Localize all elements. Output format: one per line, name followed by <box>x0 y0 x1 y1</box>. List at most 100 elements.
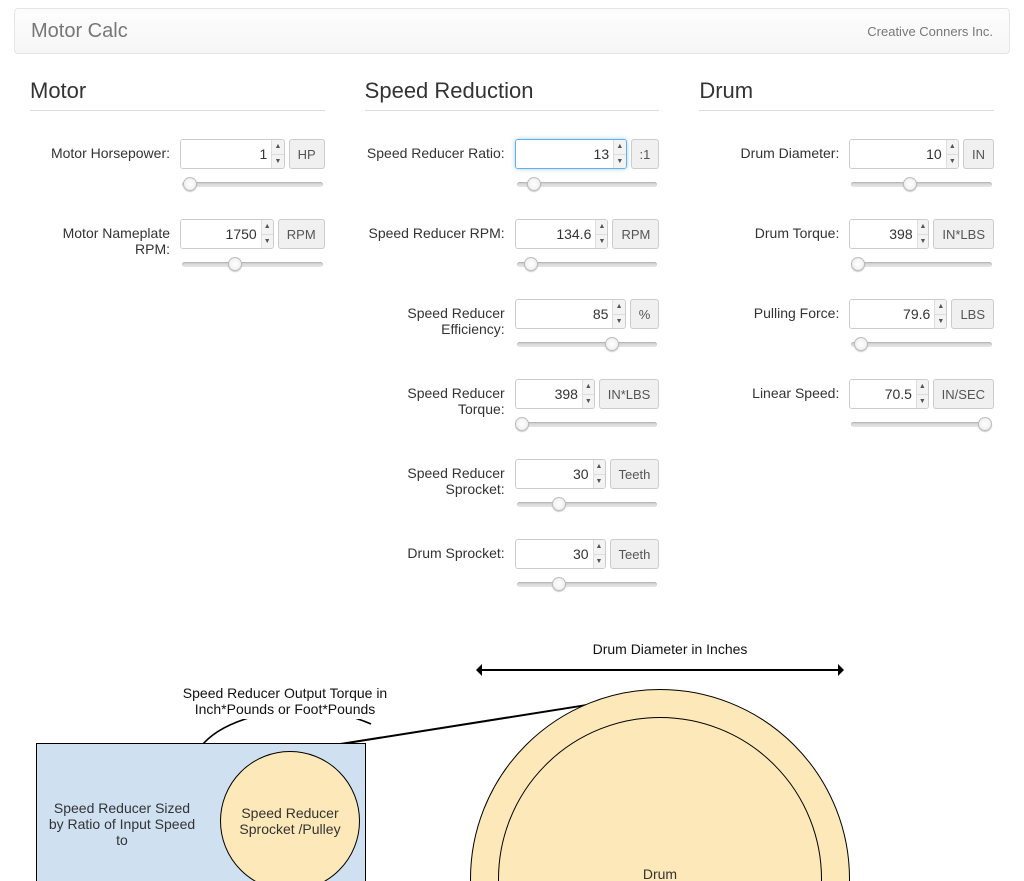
number-input-wrap-drum.dia: ▲ ▼ <box>849 139 959 169</box>
number-input-drum.dia[interactable] <box>850 140 945 168</box>
slider-speed.torque[interactable] <box>517 417 658 431</box>
step-up-icon[interactable]: ▲ <box>918 220 929 235</box>
mechanical-diagram: Drum Diameter in Inches Speed Reducer Ou… <box>0 641 1024 881</box>
number-stepper-drum.dia[interactable]: ▲ ▼ <box>946 140 958 168</box>
field-speed.torque: Speed Reducer Torque: ▲ ▼ IN*LBS <box>365 379 660 431</box>
slider-speed.ratio[interactable] <box>517 177 658 191</box>
slider-thumb[interactable] <box>978 417 992 431</box>
step-up-icon[interactable]: ▲ <box>594 460 605 475</box>
number-input-speed.dspr[interactable] <box>516 540 593 568</box>
slider-speed.dspr[interactable] <box>517 577 658 591</box>
slider-speed.eff[interactable] <box>517 337 658 351</box>
number-stepper-speed.dspr[interactable]: ▲ ▼ <box>593 540 605 568</box>
sr-sprocket-label: Speed Reducer Sprocket /Pulley <box>231 805 349 837</box>
field-label-motor.rpm: Motor Nameplate RPM: <box>30 219 180 257</box>
slider-rail <box>851 182 992 187</box>
number-stepper-motor.rpm[interactable]: ▲ ▼ <box>261 220 273 248</box>
number-input-speed.sspr[interactable] <box>516 460 593 488</box>
step-up-icon[interactable]: ▲ <box>614 140 625 155</box>
slider-thumb[interactable] <box>183 177 197 191</box>
slider-rail <box>851 342 992 347</box>
step-down-icon[interactable]: ▼ <box>947 155 958 169</box>
slider-thumb[interactable] <box>903 177 917 191</box>
slider-drum.dia[interactable] <box>851 177 992 191</box>
slider-thumb[interactable] <box>552 497 566 511</box>
step-down-icon[interactable]: ▼ <box>918 235 929 249</box>
step-up-icon[interactable]: ▲ <box>594 540 605 555</box>
number-stepper-drum.torque[interactable]: ▲ ▼ <box>917 220 929 248</box>
slider-thumb[interactable] <box>552 577 566 591</box>
step-down-icon[interactable]: ▼ <box>272 155 283 169</box>
company-name: Creative Conners Inc. <box>867 24 993 39</box>
step-down-icon[interactable]: ▼ <box>596 235 607 249</box>
step-down-icon[interactable]: ▼ <box>917 395 928 409</box>
slider-drum.speed[interactable] <box>851 417 992 431</box>
step-up-icon[interactable]: ▲ <box>262 220 273 235</box>
step-down-icon[interactable]: ▼ <box>594 475 605 489</box>
slider-motor.rpm[interactable] <box>182 257 323 271</box>
slider-thumb[interactable] <box>524 257 538 271</box>
number-stepper-drum.speed[interactable]: ▲ ▼ <box>916 380 928 408</box>
step-down-icon[interactable]: ▼ <box>594 555 605 569</box>
slider-drum.force[interactable] <box>851 337 992 351</box>
unit-badge-motor.rpm: RPM <box>278 219 325 249</box>
slider-thumb[interactable] <box>515 417 529 431</box>
step-down-icon[interactable]: ▼ <box>583 395 594 409</box>
section-heading: Drum <box>699 78 994 111</box>
number-input-drum.force[interactable] <box>850 300 934 328</box>
field-drum.dia: Drum Diameter: ▲ ▼ IN <box>699 139 994 191</box>
number-stepper-drum.force[interactable]: ▲ ▼ <box>934 300 946 328</box>
number-input-speed.rpm[interactable] <box>516 220 596 248</box>
slider-rail <box>851 422 992 427</box>
field-speed.ratio: Speed Reducer Ratio: ▲ ▼ :1 <box>365 139 660 191</box>
number-input-wrap-speed.ratio: ▲ ▼ <box>515 139 627 169</box>
field-label-speed.torque: Speed Reducer Torque: <box>365 379 515 417</box>
step-up-icon[interactable]: ▲ <box>583 380 594 395</box>
slider-rail <box>517 422 658 427</box>
slider-thumb[interactable] <box>527 177 541 191</box>
field-label-speed.ratio: Speed Reducer Ratio: <box>365 139 515 161</box>
slider-drum.torque[interactable] <box>851 257 992 271</box>
unit-badge-speed.eff: % <box>630 299 660 329</box>
number-stepper-speed.ratio[interactable]: ▲ ▼ <box>613 140 625 168</box>
field-motor.hp: Motor Horsepower: ▲ ▼ HP <box>30 139 325 191</box>
number-input-speed.ratio[interactable] <box>516 140 613 168</box>
number-stepper-motor.hp[interactable]: ▲ ▼ <box>271 140 283 168</box>
field-drum.speed: Linear Speed: ▲ ▼ IN/SEC <box>699 379 994 431</box>
number-input-drum.torque[interactable] <box>850 220 916 248</box>
slider-rail <box>182 182 323 187</box>
field-label-speed.dspr: Drum Sprocket: <box>365 539 515 561</box>
step-up-icon[interactable]: ▲ <box>947 140 958 155</box>
field-label-drum.torque: Drum Torque: <box>699 219 849 241</box>
slider-motor.hp[interactable] <box>182 177 323 191</box>
step-up-icon[interactable]: ▲ <box>613 300 624 315</box>
number-input-wrap-drum.torque: ▲ ▼ <box>849 219 929 249</box>
slider-speed.rpm[interactable] <box>517 257 658 271</box>
field-drum.torque: Drum Torque: ▲ ▼ IN*LBS <box>699 219 994 271</box>
step-down-icon[interactable]: ▼ <box>614 155 625 169</box>
number-stepper-speed.torque[interactable]: ▲ ▼ <box>582 380 594 408</box>
slider-thumb[interactable] <box>228 257 242 271</box>
slider-speed.sspr[interactable] <box>517 497 658 511</box>
step-up-icon[interactable]: ▲ <box>935 300 946 315</box>
step-up-icon[interactable]: ▲ <box>596 220 607 235</box>
number-input-motor.rpm[interactable] <box>181 220 261 248</box>
number-input-motor.hp[interactable] <box>181 140 271 168</box>
number-stepper-speed.sspr[interactable]: ▲ ▼ <box>593 460 605 488</box>
step-down-icon[interactable]: ▼ <box>935 315 946 329</box>
step-up-icon[interactable]: ▲ <box>272 140 283 155</box>
step-up-icon[interactable]: ▲ <box>917 380 928 395</box>
step-down-icon[interactable]: ▼ <box>613 315 624 329</box>
number-input-speed.torque[interactable] <box>516 380 582 408</box>
slider-thumb[interactable] <box>854 337 868 351</box>
slider-thumb[interactable] <box>605 337 619 351</box>
section-heading: Motor <box>30 78 325 111</box>
step-down-icon[interactable]: ▼ <box>262 235 273 249</box>
field-label-speed.rpm: Speed Reducer RPM: <box>365 219 515 241</box>
number-stepper-speed.eff[interactable]: ▲ ▼ <box>612 300 624 328</box>
number-stepper-speed.rpm[interactable]: ▲ ▼ <box>595 220 607 248</box>
number-input-drum.speed[interactable] <box>850 380 916 408</box>
section-heading: Speed Reduction <box>365 78 660 111</box>
number-input-speed.eff[interactable] <box>516 300 613 328</box>
slider-thumb[interactable] <box>851 257 865 271</box>
